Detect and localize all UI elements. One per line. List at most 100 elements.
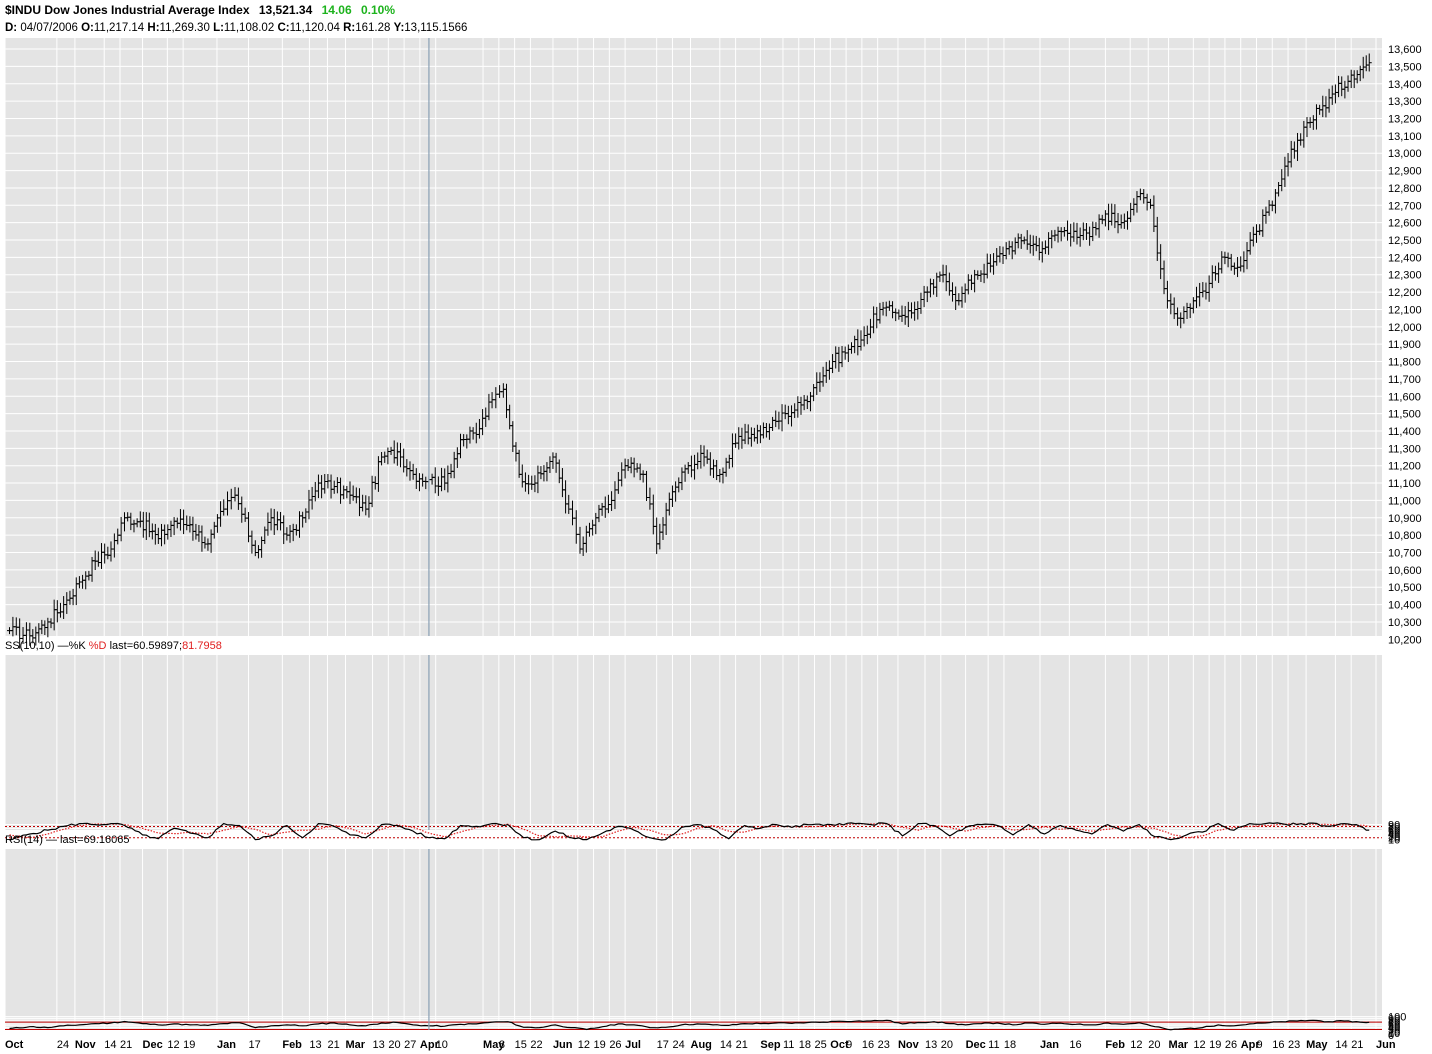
x-tick-label: May: [1306, 1039, 1328, 1051]
rsi-name: RSI(14): [5, 834, 43, 846]
x-tick-label: 9: [1256, 1039, 1262, 1051]
rsi-panel-bg: [5, 849, 1382, 1030]
price-y-tick-label: 10,500: [1388, 582, 1422, 594]
x-tick-label: 23: [1288, 1039, 1300, 1051]
x-tick-label: 10: [436, 1039, 448, 1051]
stochastic-d-label: %D: [88, 640, 107, 652]
x-tick-label: Oct: [5, 1039, 24, 1051]
x-tick-label: 21: [327, 1039, 339, 1051]
chart-canvas[interactable]: 13,600 13,500 13,400 13,300 13,200 13,100 13,0…: [0, 0, 1432, 1054]
x-tick-label: 12: [1193, 1039, 1205, 1051]
x-tick-label: 22: [530, 1039, 542, 1051]
price-y-tick-label: 11,300: [1388, 443, 1421, 455]
x-tick-label: 18: [799, 1039, 811, 1051]
stochastic-y-tick-label: 10: [1388, 835, 1400, 847]
price-y-tick-label: 11,600: [1388, 391, 1421, 403]
x-tick-label: 19: [183, 1039, 195, 1051]
x-tick-label: 13: [373, 1039, 385, 1051]
price-y-tick-label: 12,100: [1388, 304, 1422, 316]
price-y-tick-label: 11,200: [1388, 461, 1421, 473]
stock-chart: $INDU Dow Jones Industrial Average Index…: [0, 0, 1432, 1054]
x-tick-label: 19: [1209, 1039, 1221, 1051]
x-tick-label: 24: [57, 1039, 69, 1051]
x-tick-label: Feb: [1105, 1039, 1125, 1051]
x-tick-label: 14: [104, 1039, 116, 1051]
x-tick-label: 13: [925, 1039, 937, 1051]
price-y-tick-label: 12,000: [1388, 322, 1422, 334]
stochastic-legend: SS(10,10) —%K %D last=60.59897;81.7958: [5, 640, 222, 652]
x-tick-label: 18: [1004, 1039, 1016, 1051]
stochastic-last-d: 81.7958: [182, 640, 222, 652]
stochastic-panel-bg: [5, 655, 1382, 830]
price-y-tick-label: 12,300: [1388, 270, 1422, 282]
price-y-tick-label: 10,200: [1388, 634, 1422, 646]
x-tick-label: Sep: [760, 1039, 780, 1051]
price-y-tick-label: 10,900: [1388, 513, 1422, 525]
price-y-tick-label: 10,700: [1388, 548, 1422, 560]
x-tick-label: 19: [594, 1039, 606, 1051]
x-tick-label: Dec: [143, 1039, 163, 1051]
price-y-tick-label: 12,800: [1388, 183, 1422, 195]
x-tick-label: 20: [941, 1039, 953, 1051]
price-y-tick-label: 10,300: [1388, 617, 1422, 629]
x-tick-label: Jul: [625, 1039, 641, 1051]
price-y-tick-label: 10,800: [1388, 530, 1422, 542]
x-tick-label: Nov: [898, 1039, 920, 1051]
x-tick-label: 25: [815, 1039, 827, 1051]
x-tick-label: Jan: [217, 1039, 236, 1051]
x-tick-label: 16: [1272, 1039, 1284, 1051]
price-y-tick-label: 13,300: [1388, 96, 1422, 108]
price-y-tick-label: 12,500: [1388, 235, 1422, 247]
price-y-tick-label: 12,600: [1388, 218, 1422, 230]
price-y-tick-label: 13,200: [1388, 114, 1422, 126]
price-y-tick-label: 10,400: [1388, 600, 1422, 612]
price-y-tick-label: 11,700: [1388, 374, 1421, 386]
price-y-tick-label: 11,000: [1388, 495, 1421, 507]
x-tick-label: 16: [862, 1039, 874, 1051]
x-tick-label: Dec: [966, 1039, 986, 1051]
x-tick-label: 16: [1069, 1039, 1081, 1051]
x-tick-label: 21: [120, 1039, 132, 1051]
x-tick-label: 15: [515, 1039, 527, 1051]
rsi-last: last=69.16065: [60, 834, 130, 846]
x-tick-label: 17: [249, 1039, 261, 1051]
x-tick-label: 23: [878, 1039, 890, 1051]
x-tick-label: 27: [404, 1039, 416, 1051]
x-tick-label: 11: [783, 1039, 794, 1051]
x-tick-label: 11: [988, 1039, 999, 1051]
price-y-tick-label: 13,600: [1388, 44, 1422, 56]
stochastic-last-k: last=60.59897;: [109, 640, 183, 652]
x-tick-label: 20: [1148, 1039, 1160, 1051]
price-y-tick-label: 11,100: [1388, 478, 1421, 490]
price-y-tick-label: 13,500: [1388, 61, 1422, 73]
price-y-tick-label: 11,500: [1388, 409, 1421, 421]
x-tick-label: 20: [388, 1039, 400, 1051]
x-tick-label: 21: [1351, 1039, 1363, 1051]
x-tick-label: 12: [578, 1039, 590, 1051]
price-y-tick-label: 12,400: [1388, 252, 1422, 264]
price-y-tick-label: 12,200: [1388, 287, 1422, 299]
x-tick-label: Mar: [1169, 1039, 1189, 1051]
x-tick-label: 26: [609, 1039, 621, 1051]
rsi-legend: RSI(14) — last=69.16065: [5, 834, 129, 846]
price-y-tick-label: 12,700: [1388, 200, 1422, 212]
price-y-tick-label: 10,600: [1388, 565, 1422, 577]
x-tick-label: 13: [309, 1039, 321, 1051]
x-tick-label: 14: [720, 1039, 732, 1051]
price-y-tick-label: 12,900: [1388, 166, 1422, 178]
price-y-tick-label: 11,400: [1388, 426, 1421, 438]
x-tick-label: Feb: [282, 1039, 302, 1051]
x-tick-label: Jun: [1376, 1039, 1396, 1051]
x-tick-label: 9: [846, 1039, 852, 1051]
x-tick-label: Nov: [75, 1039, 97, 1051]
x-tick-label: 24: [672, 1039, 684, 1051]
x-tick-label: Jan: [1040, 1039, 1059, 1051]
x-tick-label: Mar: [345, 1039, 365, 1051]
x-tick-label: 14: [1335, 1039, 1347, 1051]
x-tick-label: 8: [499, 1039, 505, 1051]
price-y-tick-label: 13,100: [1388, 131, 1422, 143]
x-tick-label: Jun: [553, 1039, 573, 1051]
x-tick-label: 12: [1130, 1039, 1142, 1051]
price-y-tick-label: 11,800: [1388, 357, 1421, 369]
x-tick-label: 12: [167, 1039, 179, 1051]
